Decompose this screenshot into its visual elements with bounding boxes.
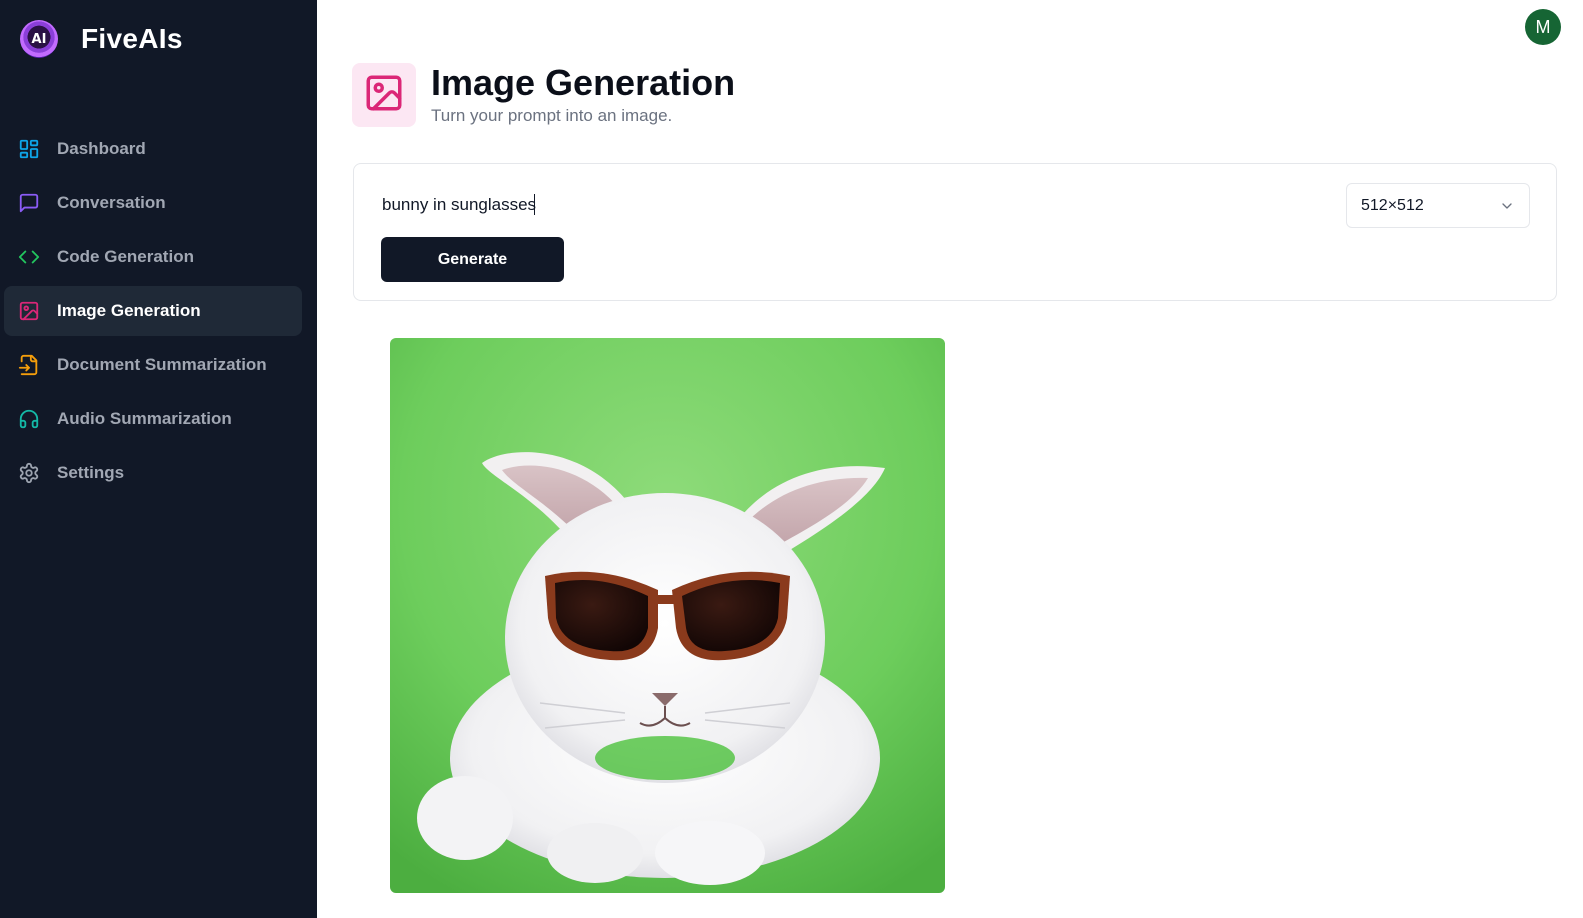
message-square-icon [18,192,40,214]
brand[interactable]: AI FiveAIs [20,20,183,58]
gear-icon [18,462,40,484]
sidebar-item-document-summarization[interactable]: Document Summarization [4,340,302,390]
user-avatar[interactable]: M [1525,9,1561,45]
sidebar-item-settings[interactable]: Settings [4,448,302,498]
sidebar-item-conversation[interactable]: Conversation [4,178,302,228]
prompt-form: 512×512 Generate [353,163,1557,301]
file-input-icon [18,354,40,376]
sidebar-item-image-generation[interactable]: Image Generation [4,286,302,336]
text-caret [534,194,535,215]
sidebar-item-audio-summarization[interactable]: Audio Summarization [4,394,302,444]
headphones-icon [18,408,40,430]
size-select-value: 512×512 [1361,196,1424,214]
sidebar-item-code-generation[interactable]: Code Generation [4,232,302,282]
prompt-input[interactable] [382,190,1282,220]
generated-image [390,338,945,893]
dashboard-icon [18,138,40,160]
code-icon [18,246,40,268]
size-select[interactable]: 512×512 [1346,183,1530,228]
brand-logo: AI [20,20,58,58]
sidebar-item-label: Conversation [57,193,166,212]
sidebar-item-label: Document Summarization [57,355,267,374]
chevron-down-icon [1499,198,1515,219]
page-subtitle: Turn your prompt into an image. [431,106,673,125]
sidebar-item-label: Image Generation [57,301,201,320]
sidebar-item-label: Settings [57,463,125,482]
sidebar: AI FiveAIs Dashboard Conversation Code G… [0,0,317,918]
page-header-icon [352,63,416,127]
sidebar-nav: Dashboard Conversation Code Generation I… [4,124,302,502]
image-icon [363,72,405,119]
sidebar-item-dashboard[interactable]: Dashboard [4,124,302,174]
brand-name: FiveAIs [81,23,183,54]
sidebar-item-label: Audio Summarization [57,409,232,428]
sidebar-item-label: Dashboard [57,139,146,158]
page-title: Image Generation [431,62,736,103]
generate-button[interactable]: Generate [381,237,564,282]
sidebar-item-label: Code Generation [57,247,194,266]
image-icon [18,300,40,322]
brand-logo-text: AI [31,31,47,47]
